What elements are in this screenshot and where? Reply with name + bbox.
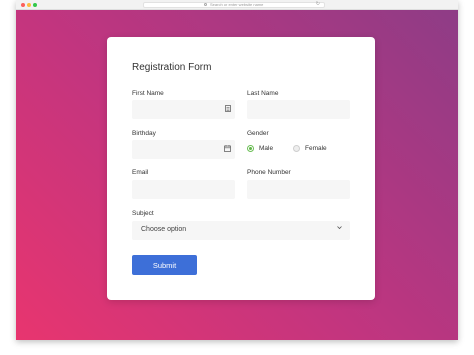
phone-number-label: Phone Number [247, 169, 291, 176]
gender-female-radio[interactable]: Female [293, 145, 327, 152]
minimize-window-button[interactable] [27, 3, 31, 7]
birthday-field[interactable] [132, 140, 235, 159]
gender-male-radio[interactable]: Male [247, 145, 273, 152]
gender-label: Gender [247, 130, 269, 137]
last-name-label: Last Name [247, 90, 279, 97]
last-name-field[interactable] [247, 100, 350, 119]
birthday-label: Birthday [132, 130, 156, 137]
address-bar-placeholder: Search or enter website name [210, 2, 264, 7]
first-name-label: First Name [132, 90, 164, 97]
email-field[interactable] [132, 180, 235, 199]
page-background: Registration Form First Name Last Name B… [16, 10, 458, 340]
email-label: Email [132, 169, 149, 176]
submit-button[interactable]: Submit [132, 255, 197, 275]
subject-label: Subject [132, 210, 154, 217]
calendar-icon[interactable] [224, 145, 231, 155]
radio-unchecked-indicator [293, 145, 300, 152]
subject-selected-value: Choose option [141, 226, 187, 233]
registration-form-card: Registration Form First Name Last Name B… [107, 37, 375, 300]
form-title: Registration Form [132, 62, 212, 73]
search-icon [204, 3, 207, 6]
first-name-field[interactable] [132, 100, 235, 119]
chevron-down-icon [336, 224, 343, 233]
phone-number-field[interactable] [247, 180, 350, 199]
contact-card-icon [225, 105, 231, 115]
address-bar[interactable]: Search or enter website name ↻ [143, 1, 325, 8]
browser-window: Search or enter website name ↻ Registrat… [16, 0, 458, 340]
radio-checked-indicator [247, 145, 254, 152]
subject-select[interactable]: Choose option [132, 221, 350, 240]
close-window-button[interactable] [21, 3, 25, 7]
gender-male-label: Male [259, 145, 274, 152]
gender-female-label: Female [305, 145, 327, 152]
browser-titlebar: Search or enter website name ↻ [16, 0, 458, 10]
maximize-window-button[interactable] [33, 3, 37, 7]
reload-icon[interactable]: ↻ [316, 1, 320, 7]
